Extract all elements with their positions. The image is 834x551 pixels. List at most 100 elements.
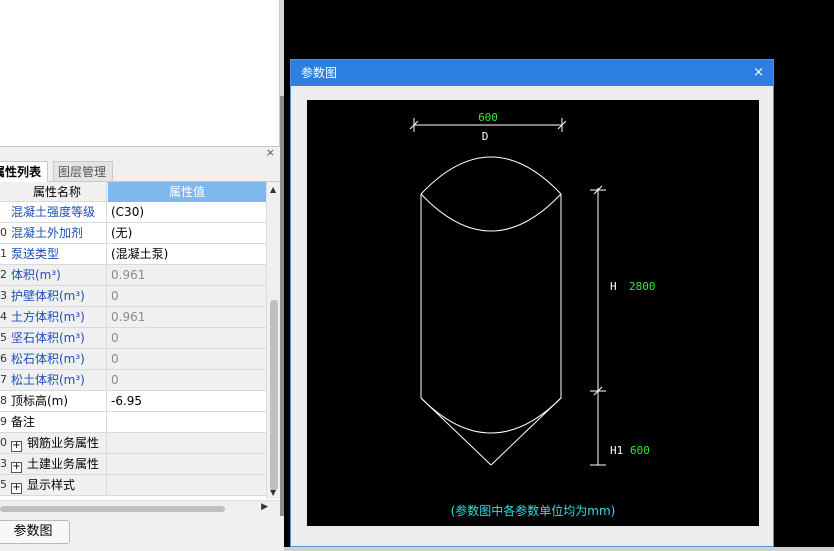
row-number: 0: [0, 436, 7, 449]
row-number: [0, 202, 7, 222]
table-row[interactable]: 6 松石体积(m³) 0: [0, 349, 266, 370]
row-number: 2: [0, 268, 7, 281]
table-row[interactable]: 5 坚石体积(m³) 0: [0, 328, 266, 349]
row-number: 1: [0, 247, 7, 260]
horizontal-scrollbar[interactable]: ▶: [0, 500, 280, 516]
property-name: 体积(m³): [8, 265, 107, 285]
group-label: 土建业务属性: [27, 457, 100, 471]
property-name: 顶标高(m): [8, 391, 107, 411]
panel-splitter-dark: [280, 96, 284, 551]
group-label: 显示样式: [27, 478, 76, 492]
bottom-toolbar: 参数图: [0, 516, 284, 551]
row-number: 9: [0, 415, 7, 428]
expand-icon[interactable]: +: [11, 462, 22, 473]
expand-icon[interactable]: +: [11, 441, 22, 452]
parameter-diagram-button[interactable]: 参数图: [0, 520, 70, 544]
app-root: × 属性列表 图层管理 属性名称 属性值 混凝土强度等级 (C30) 0 混凝土…: [0, 0, 834, 551]
row-number: 4: [0, 310, 7, 323]
table-row[interactable]: 3 护壁体积(m³) 0: [0, 286, 266, 307]
diagram-canvas: 600 D H 2800 H1 600 (参数图中各参数单位均为mm): [307, 100, 759, 526]
h1-value: 600: [630, 444, 650, 457]
scroll-down-icon[interactable]: ▼: [270, 488, 276, 497]
scroll-up-icon[interactable]: ▲: [270, 185, 276, 194]
property-panel-header: ×: [0, 146, 280, 160]
property-value[interactable]: -6.95: [108, 391, 266, 411]
bottom-arc: [420, 397, 562, 434]
property-value: 0.961: [111, 310, 146, 324]
scroll-right-icon[interactable]: ▶: [261, 502, 268, 512]
property-name: 备注: [8, 412, 107, 432]
property-value[interactable]: (无): [108, 223, 266, 243]
row-number: 8: [0, 394, 7, 407]
dialog-title-bar[interactable]: 参数图 ×: [291, 60, 773, 86]
top-cap-lower: [420, 193, 562, 232]
scroll-thumb-horizontal[interactable]: [0, 506, 225, 512]
property-value[interactable]: (混凝土泵): [108, 244, 266, 264]
unit-note: (参数图中各参数单位均为mm): [451, 503, 616, 518]
top-cap-upper: [420, 156, 562, 195]
property-name: 松土体积(m³): [8, 370, 107, 390]
pile-diagram: 600 D H 2800 H1 600 (参数图中各参数单位均为mm): [409, 111, 656, 518]
property-group[interactable]: + 显示样式: [8, 475, 107, 495]
row-number: 3: [0, 289, 7, 302]
property-group[interactable]: + 土建业务属性: [8, 454, 107, 474]
property-name: 混凝土外加剂: [8, 223, 107, 243]
property-value: 0.961: [111, 268, 146, 282]
row-number: 5: [0, 331, 7, 344]
table-row[interactable]: 8 顶标高(m) -6.95: [0, 391, 266, 412]
table-row[interactable]: 7 松土体积(m³) 0: [0, 370, 266, 391]
d-value: 600: [478, 111, 498, 124]
row-number: 0: [0, 226, 7, 239]
table-row[interactable]: 2 体积(m³) 0.961: [0, 265, 266, 286]
vertical-scrollbar[interactable]: ▲ ▼: [266, 182, 280, 499]
panel-tabs: 属性列表 图层管理: [0, 160, 280, 182]
header-property-name: 属性名称: [8, 182, 107, 202]
property-value: 0: [111, 289, 119, 303]
close-icon[interactable]: ×: [753, 60, 764, 86]
upper-panel-area: [0, 0, 280, 146]
table-row[interactable]: 0 + 钢筋业务属性: [0, 433, 266, 454]
property-value: 0: [111, 331, 119, 345]
row-number: 7: [0, 373, 7, 386]
property-value: [108, 454, 266, 474]
property-value[interactable]: [108, 412, 266, 432]
table-row[interactable]: 混凝土强度等级 (C30): [0, 202, 266, 223]
table-row[interactable]: 1 泵送类型 (混凝土泵): [0, 244, 266, 265]
expand-icon[interactable]: +: [11, 483, 22, 494]
h-label: H: [610, 280, 617, 293]
d-label: D: [482, 130, 489, 143]
property-name: 泵送类型: [8, 244, 107, 264]
property-name: 土方体积(m³): [8, 307, 107, 327]
dialog-title: 参数图: [301, 66, 338, 80]
cone-right: [490, 397, 562, 466]
tab-attribute-list[interactable]: 属性列表: [0, 161, 48, 182]
row-number: 5: [0, 478, 7, 491]
property-name: 护壁体积(m³): [8, 286, 107, 306]
property-value: [108, 475, 266, 495]
table-row[interactable]: 5 + 显示样式: [0, 475, 266, 496]
scroll-thumb[interactable]: [270, 300, 278, 490]
property-grid: 属性名称 属性值 混凝土强度等级 (C30) 0 混凝土外加剂 (无) 1 泵送…: [0, 182, 266, 496]
parameter-diagram-dialog: 参数图 × 600 D H 2800 H1 600 (参数图中各参数单位均为mm…: [290, 59, 774, 547]
table-row[interactable]: 0 混凝土外加剂 (无): [0, 223, 266, 244]
row-number: 3: [0, 457, 7, 470]
h-value: 2800: [629, 280, 656, 293]
property-name: 混凝土强度等级: [8, 202, 107, 222]
close-icon[interactable]: ×: [266, 146, 275, 159]
property-name: 松石体积(m³): [8, 349, 107, 369]
table-row[interactable]: 3 + 土建业务属性: [0, 454, 266, 475]
group-label: 钢筋业务属性: [27, 436, 100, 450]
bottom-strip: [284, 547, 834, 551]
table-row[interactable]: 9 备注: [0, 412, 266, 433]
grid-header-row: 属性名称 属性值: [0, 182, 266, 202]
h1-label: H1: [610, 444, 623, 457]
header-property-value: 属性值: [108, 182, 266, 202]
cone-left: [420, 397, 492, 466]
property-value: [108, 433, 266, 453]
property-value[interactable]: (C30): [108, 202, 266, 222]
table-row[interactable]: 4 土方体积(m³) 0.961: [0, 307, 266, 328]
tab-layer-management[interactable]: 图层管理: [53, 161, 113, 182]
property-name: 坚石体积(m³): [8, 328, 107, 348]
property-group[interactable]: + 钢筋业务属性: [8, 433, 107, 453]
property-value: 0: [111, 373, 119, 387]
